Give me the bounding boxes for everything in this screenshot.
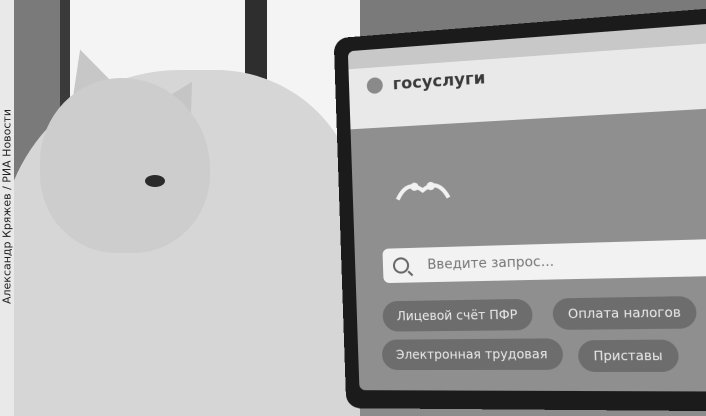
- cat-head: [40, 78, 210, 253]
- laptop-screen: госуслуги Лицевой счёт ПФР Оплата налого…: [333, 7, 706, 412]
- search-input[interactable]: [424, 249, 690, 274]
- chip-electronic-workbook[interactable]: Электронная трудовая: [381, 338, 564, 371]
- cat-eye: [145, 175, 165, 187]
- chip-tax-payment[interactable]: Оплата налогов: [552, 295, 698, 330]
- chip-pfr-account[interactable]: Лицевой счёт ПФР: [382, 298, 533, 332]
- search-bar[interactable]: [382, 239, 706, 284]
- laptop-display: госуслуги Лицевой счёт ПФР Оплата налого…: [347, 22, 706, 392]
- photo: госуслуги Лицевой счёт ПФР Оплата налого…: [0, 0, 706, 416]
- robot-emblem-icon: [392, 167, 455, 218]
- photo-credit: Александр Кряжев / РИА Новости: [0, 109, 14, 305]
- photo-credit-strip: Александр Кряжев / РИА Новости: [0, 0, 14, 416]
- chip-bailiffs[interactable]: Приставы: [577, 339, 680, 372]
- search-icon: [392, 257, 410, 274]
